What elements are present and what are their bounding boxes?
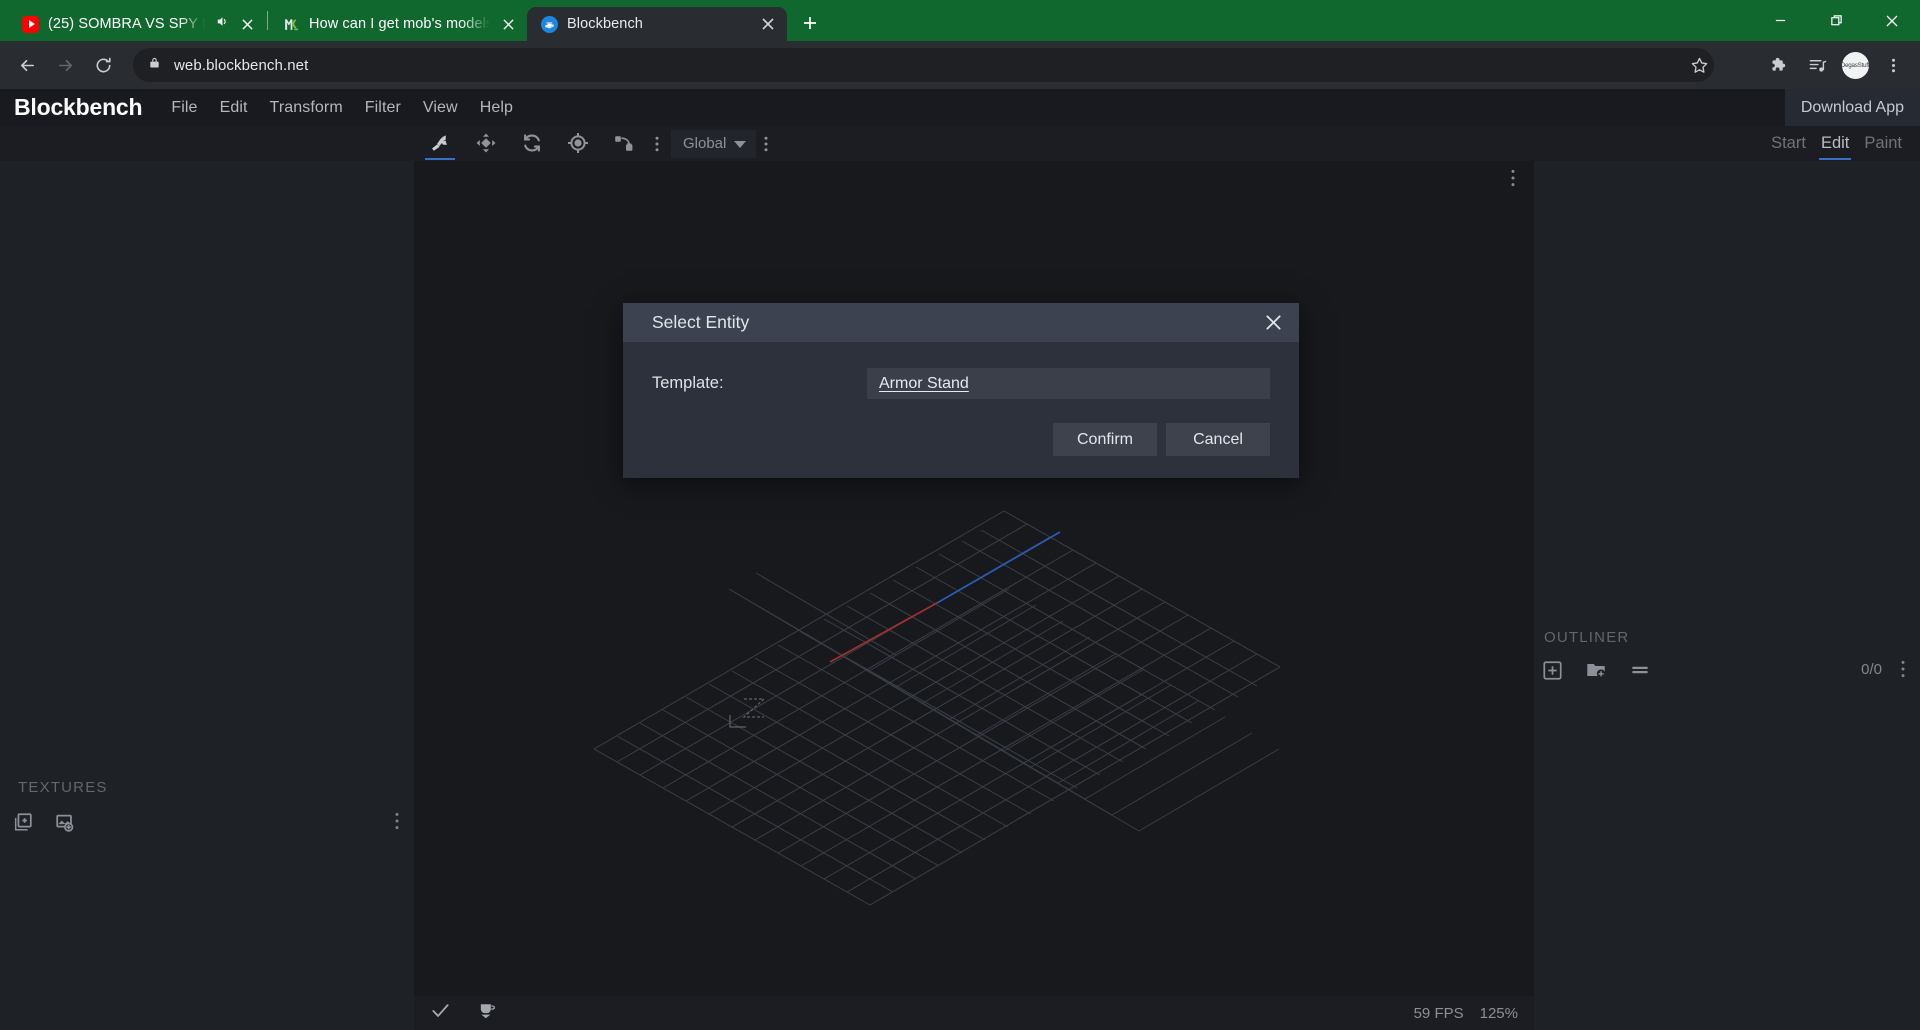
tab-start[interactable]: Start [1769,130,1808,157]
move-arrows-icon[interactable] [463,126,509,161]
back-arrow-icon[interactable] [10,48,44,82]
tool-strip: Global [417,126,776,161]
tab-separator [267,11,268,30]
forward-arrow-icon[interactable] [48,48,82,82]
textures-panel-menu-icon[interactable] [390,811,404,836]
media-playlist-icon[interactable] [1800,48,1834,82]
browser-chrome: (25) SOMBRA VS SPY RAP BATTLE [0,0,1920,89]
coffee-cup-icon[interactable] [477,1000,498,1026]
template-select[interactable]: Armor Stand [867,368,1270,399]
zoom-level: 125% [1479,1004,1518,1022]
app-logo: Blockbench [14,94,143,120]
mode-tabs: Start Edit Paint [1769,126,1904,161]
close-icon[interactable] [1259,309,1287,337]
outliner-panel: OUTLINER 0/0 [1534,161,1920,1030]
new-tab-button[interactable] [795,8,825,38]
app-menu-bar: Blockbench File Edit Transform Filter Vi… [0,89,1920,126]
tab-paint[interactable]: Paint [1862,130,1904,157]
app-toolbar: Global Start Edit Paint [0,126,1920,161]
browser-tab-title: Blockbench [567,16,643,32]
minimize-button[interactable] [1752,0,1808,41]
browser-tab-youtube[interactable]: (25) SOMBRA VS SPY RAP BATTLE [8,7,266,41]
status-bar: 59 FPS 125% [414,996,1534,1030]
confirm-button[interactable]: Confirm [1053,423,1157,456]
puzzle-piece-icon[interactable] [1762,48,1796,82]
browser-tab-strip: (25) SOMBRA VS SPY RAP BATTLE [0,0,1920,41]
add-folder-icon[interactable] [1585,659,1607,686]
viewport-grid [593,510,1281,906]
star-icon[interactable] [1682,48,1716,82]
download-app-button[interactable]: Download App [1784,89,1920,126]
browser-tab-minecraft-forum[interactable]: How can I get mob's models ? | M [269,7,527,41]
menu-view[interactable]: View [412,95,469,121]
browser-nav-bar: web.blockbench.net DegasStuff [0,41,1920,89]
avatar-label: DegasStuff [1841,51,1869,79]
bend-arrow-icon[interactable] [601,126,647,161]
blockbench-app: Blockbench File Edit Transform Filter Vi… [0,89,1920,1030]
tool-options-menu-icon[interactable] [647,126,667,161]
textures-panel: TEXTURES [0,161,414,1030]
template-label: Template: [652,374,724,392]
transform-space-select[interactable]: Global [671,129,757,158]
lock-icon [148,56,161,74]
outliner-panel-menu-icon[interactable] [1896,659,1910,684]
dialog-body: Template: Armor Stand Confirm Cancel [623,342,1299,478]
axis-z-line [936,531,1061,604]
status-right: 59 FPS 125% [1414,1005,1518,1022]
textures-toolbar [12,811,76,838]
workspace: TEXTURES OUTLINER 0/0 [0,161,1920,1030]
rotate-icon[interactable] [509,126,555,161]
pivot-target-icon[interactable] [555,126,601,161]
outliner-toolbar [1542,659,1651,686]
menu-edit[interactable]: Edit [209,95,259,121]
import-image-icon[interactable] [54,811,76,838]
tab-close-icon[interactable] [759,15,777,33]
address-bar[interactable]: web.blockbench.net [133,48,1714,82]
maximize-button[interactable] [1808,0,1864,41]
window-controls [1752,0,1920,41]
address-bar-url: web.blockbench.net [174,56,309,74]
tab-close-icon[interactable] [499,15,517,33]
fps-counter: 59 FPS [1413,1004,1464,1022]
avatar[interactable]: DegasStuff [1838,48,1872,82]
browser-tab-blockbench[interactable]: Blockbench [527,7,787,41]
dialog-title: Select Entity [652,312,750,332]
dialog-header: Select Entity [623,303,1299,342]
outliner-counter: 0/0 [1861,661,1882,678]
collapse-list-icon[interactable] [1629,659,1651,686]
3d-viewport[interactable] [414,161,1534,1030]
textures-panel-title: TEXTURES [18,779,108,796]
dialog-actions: Confirm Cancel [652,423,1270,456]
add-texture-icon[interactable] [12,811,34,838]
tab-edit[interactable]: Edit [1818,130,1852,160]
three-dot-menu-icon[interactable] [1876,48,1910,82]
minecraft-forum-icon [283,16,300,33]
checkmark-icon[interactable] [430,1000,451,1026]
menu-file[interactable]: File [160,95,208,121]
cancel-button[interactable]: Cancel [1166,423,1270,456]
tab-close-icon[interactable] [238,15,256,33]
chevron-down-icon [734,135,747,152]
add-cube-icon[interactable] [1542,660,1563,686]
template-row: Template: Armor Stand [652,368,1270,399]
close-button[interactable] [1864,0,1920,41]
browser-tab-title: (25) SOMBRA VS SPY RAP BATTLE [48,16,205,32]
select-entity-dialog: Select Entity Template: Armor Stand Conf… [623,303,1299,478]
vertex-snap-icon[interactable] [417,126,463,161]
transform-space-menu-icon[interactable] [756,126,776,161]
outliner-panel-title: OUTLINER [1544,629,1630,646]
menu-filter[interactable]: Filter [354,95,412,121]
menu-transform[interactable]: Transform [259,95,354,121]
youtube-icon [22,15,39,33]
menu-help[interactable]: Help [469,95,524,121]
tab-audio-icon[interactable] [214,14,229,34]
blockbench-icon [541,15,558,33]
transform-space-value: Global [683,135,727,152]
browser-tab-title: How can I get mob's models ? | M [309,16,490,32]
reload-icon[interactable] [86,48,120,82]
template-value: Armor Stand [879,374,969,392]
